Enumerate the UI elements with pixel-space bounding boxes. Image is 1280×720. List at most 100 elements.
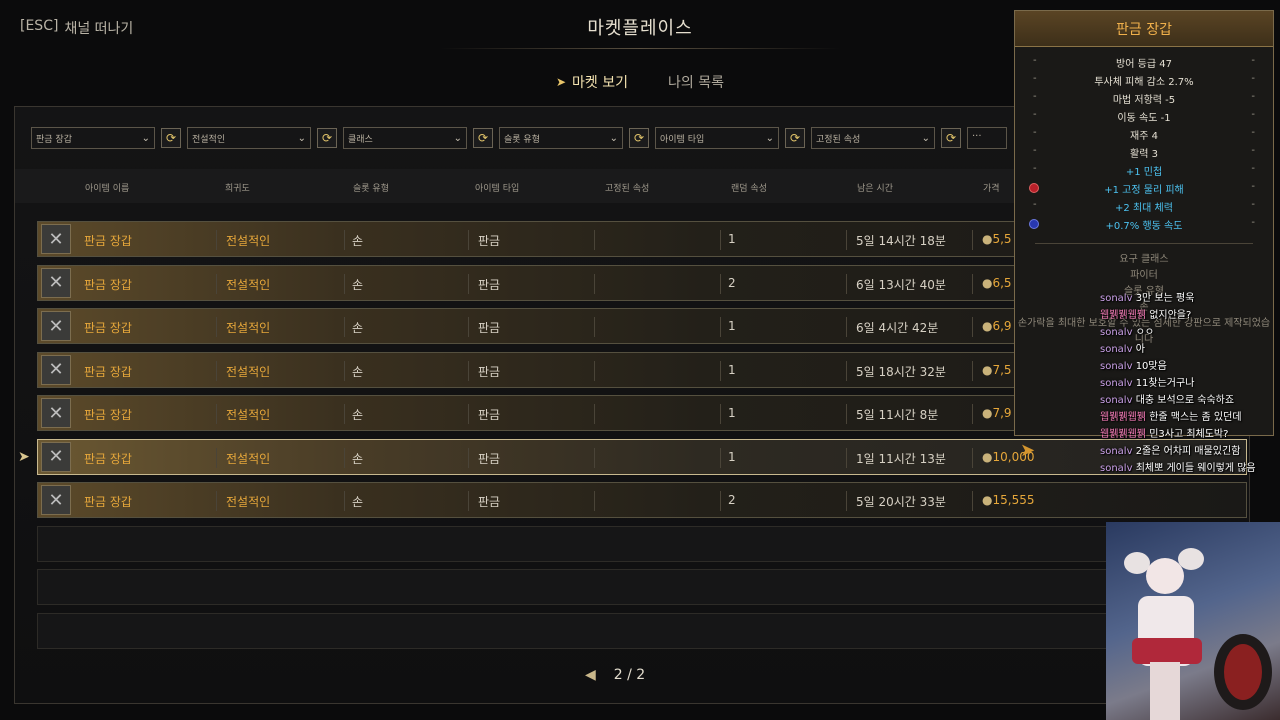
column-divider [344, 447, 345, 468]
stream-chat-overlay: sonalv 3만 보는 평욱 웹뷁뷁웹뷁 없지안을? sonalv ㅇㅇ so… [1100, 290, 1280, 477]
column-divider [216, 360, 217, 381]
column-divider [594, 273, 595, 294]
dash: - [1251, 217, 1255, 228]
chat-username: sonalv [1100, 327, 1133, 338]
column-divider [720, 273, 721, 294]
class-filter[interactable]: 클래스 ⌄ [343, 127, 467, 149]
column-divider [468, 447, 469, 468]
tab-my-listings[interactable]: 나의 목록 [668, 72, 724, 92]
item-rarity: 전설적인 [226, 451, 271, 466]
item-name: 판금 장갑 [84, 321, 132, 335]
item-type: 판금 [478, 364, 501, 379]
item-price: 7,5 [992, 362, 1012, 377]
column-divider [468, 273, 469, 294]
prev-page-button[interactable]: ◀ [585, 667, 596, 683]
chevron-down-icon: ⌄ [297, 132, 306, 144]
chat-username: sonalv [1100, 395, 1133, 406]
item-type: 판금 [478, 321, 501, 335]
column-divider [594, 491, 595, 511]
item-rarity: 전설적인 [226, 234, 271, 248]
item-random-attributes: 1 [728, 406, 736, 420]
chat-username: 웹뷁뷁웹뷁 [1100, 412, 1146, 423]
column-header[interactable]: 남은 시간 [857, 181, 893, 194]
chat-text: 대충 보석으로 숙숙하죠 [1135, 395, 1235, 406]
column-divider [468, 360, 469, 381]
column-divider [468, 491, 469, 511]
chat-message: sonalv 아 [1100, 341, 1280, 358]
column-header[interactable]: 슬롯 유형 [353, 181, 389, 194]
column-divider [344, 230, 345, 250]
column-header[interactable]: 가격 [983, 181, 1000, 194]
column-header[interactable]: 랜덤 속성 [731, 181, 767, 194]
chat-text: 2줄은 어차피 매물있긴함 [1135, 446, 1241, 457]
column-divider [468, 317, 469, 337]
chat-text: 민3사고 최체도박? [1149, 429, 1229, 440]
avatar-head [1146, 558, 1184, 594]
reset-filter-button[interactable]: ⟳ [161, 128, 181, 148]
empty-row [37, 612, 1247, 649]
refresh-icon: ⟳ [633, 131, 645, 145]
item-name: 판금 장갑 [84, 364, 132, 379]
item-name: 판금 장갑 [84, 277, 132, 292]
gold-coin-icon: ● [982, 406, 993, 420]
reset-filter-button[interactable]: ⟳ [317, 128, 337, 148]
item-random-attributes: 1 [728, 449, 736, 464]
column-divider [216, 230, 217, 250]
rarity-filter[interactable]: 전설적인 ⌄ [187, 127, 311, 149]
chat-username: sonalv [1100, 361, 1133, 372]
chat-text: 최체뽀 게이들 웨이렇게 많음 [1135, 463, 1256, 474]
column-divider [216, 491, 217, 511]
refresh-icon: ⟳ [321, 131, 333, 145]
dash: - [1033, 109, 1037, 120]
item-name: 판금 장갑 [84, 234, 132, 248]
avatar-skirt [1132, 638, 1202, 664]
refresh-icon: ⟳ [165, 131, 177, 145]
dash: - [1033, 199, 1037, 210]
chat-username: sonalv [1100, 344, 1133, 355]
dash: - [1033, 73, 1037, 84]
item-rarity: 전설적인 [226, 364, 271, 379]
gauntlet-icon: ✕ [41, 398, 71, 428]
dash: - [1251, 199, 1255, 210]
item-rarity: 전설적인 [226, 495, 271, 509]
slot-type-filter[interactable]: 슬롯 유형 ⌄ [499, 127, 623, 149]
column-divider [846, 230, 847, 250]
reset-filter-button[interactable]: ⟳ [785, 128, 805, 148]
red-gem-icon [1029, 183, 1039, 193]
item-name: 판금 장갑 [84, 408, 132, 422]
item-time-left: 1일 11시간 13분 [856, 451, 946, 466]
filter-bar: 판금 장갑 ⌄ ⟳ 전설적인 ⌄ ⟳ 클래스 ⌄ ⟳ 슬롯 유형 ⌄ ⟳ 아이템 타입 ⌄… [31, 127, 1007, 149]
table-row-selected[interactable]: ➤ ✕ 판금 장갑 전설적인 손 판금 1 1일 11시간 13분 ●10,00… [18, 438, 1247, 475]
tab-market-view[interactable]: ➤ 마켓 보기 [556, 72, 628, 92]
column-divider [216, 317, 217, 337]
random-attribute-filter[interactable]: ... [967, 127, 1007, 149]
item-type: 판금 [478, 451, 501, 466]
chat-text: ㅇㅇ [1135, 327, 1155, 338]
dash: - [1251, 91, 1255, 102]
column-divider [972, 447, 973, 468]
chat-username: sonalv [1100, 463, 1133, 474]
chat-message: sonalv 대충 보석으로 숙숙하죠 [1100, 392, 1280, 409]
item-name-filter[interactable]: 판금 장갑 ⌄ [31, 127, 155, 149]
table-row[interactable]: ✕ 판금 장갑 전설적인 손 판금 2 5일 20시간 33분 ●15,555 [37, 482, 1247, 518]
column-divider [972, 404, 973, 424]
reset-filter-button[interactable]: ⟳ [473, 128, 493, 148]
dash: - [1033, 55, 1037, 66]
column-header[interactable]: 고정된 속성 [605, 181, 649, 194]
stat-line: 방어 등급 47 [1116, 59, 1172, 70]
item-random-attributes: 2 [728, 493, 736, 507]
item-type-filter[interactable]: 아이템 타입 ⌄ [655, 127, 779, 149]
column-header[interactable]: 희귀도 [225, 181, 250, 194]
column-divider [720, 491, 721, 511]
column-header[interactable]: 아이템 이름 [85, 181, 129, 194]
reset-filter-button[interactable]: ⟳ [629, 128, 649, 148]
column-divider [720, 317, 721, 337]
active-tab-arrow-icon: ➤ [555, 75, 567, 89]
item-time-left: 5일 20시간 33분 [856, 495, 946, 509]
reset-filter-button[interactable]: ⟳ [941, 128, 961, 148]
column-header[interactable]: 아이템 타입 [475, 181, 519, 194]
item-time-left: 5일 11시간 8분 [856, 408, 939, 422]
stat-line: 마법 저항력 -5 [1112, 95, 1176, 106]
static-attribute-filter[interactable]: 고정된 속성 ⌄ [811, 127, 935, 149]
stat-line: 활력 3 [1130, 149, 1158, 160]
